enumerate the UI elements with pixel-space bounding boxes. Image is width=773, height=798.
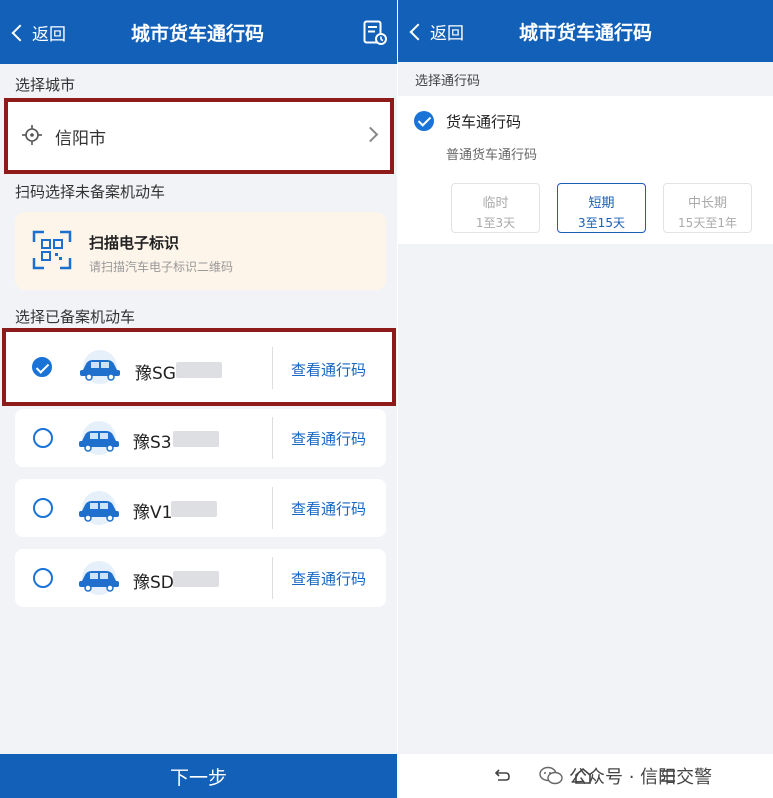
car-icon [80,350,120,384]
page-title: 城市货车通行码 [519,21,653,44]
scan-subtitle: 请扫描汽车电子标识二维码 [89,260,234,274]
radio-unchecked-icon[interactable] [33,498,53,518]
plate-blur [173,431,219,447]
next-step-button[interactable]: 下一步 [0,754,397,798]
divider [272,417,273,459]
back-button[interactable]: 返回 [11,0,66,64]
back-button[interactable]: 返回 [409,0,464,62]
back-label: 返回 [430,23,464,44]
back-label: 返回 [32,24,66,45]
top-bar: 返回 城市货车通行码 [398,0,773,62]
radio-checked-icon[interactable] [32,357,52,377]
city-name: 信阳市 [55,129,106,149]
scan-title: 扫描电子标识 [89,234,180,252]
vehicle-item[interactable]: 豫SD 查看通行码 [15,549,386,607]
duration-name: 中长期 [687,196,727,211]
vehicle-item[interactable]: 豫SG 查看通行码 [2,328,396,406]
plate-blur [176,362,222,378]
radio-unchecked-icon[interactable] [33,568,53,588]
city-selector[interactable]: 信阳市 [4,98,394,174]
car-icon [79,421,119,455]
system-nav-bar: 公众号 · 信阳交警 [398,754,773,798]
pass-type-screen: 返回 城市货车通行码 选择通行码 货车通行码 普通货车通行码 临时 1至3天 短… [398,0,773,798]
wechat-icon [539,766,563,785]
duration-option-long-term[interactable]: 中长期 15天至1年 [663,183,752,233]
page-title: 城市货车通行码 [131,22,265,45]
pass-title: 货车通行码 [446,113,522,131]
pass-card: 货车通行码 普通货车通行码 临时 1至3天 短期 3至15天 中长期 15天至1… [398,96,773,244]
divider [272,347,273,389]
chevron-right-icon [362,126,379,143]
plate-number: 豫SD [133,573,174,593]
document-settings-icon[interactable] [363,20,387,46]
divider [272,557,273,599]
car-icon [79,561,119,595]
plate-number: 豫SG [135,364,176,384]
divider [272,487,273,529]
duration-name: 临时 [482,196,509,211]
vehicle-item[interactable]: 豫V1 查看通行码 [15,479,386,537]
city-pass-vehicle-screen: 返回 城市货车通行码 选择城市 信阳市 扫码选择未备案机动车 扫描电子标识 请扫… [0,0,397,798]
nav-back-icon[interactable] [494,768,510,782]
duration-range: 1至3天 [475,216,516,230]
radio-checked-icon[interactable] [414,111,434,131]
vehicle-item[interactable]: 豫S3 查看通行码 [15,409,386,467]
radio-unchecked-icon[interactable] [33,428,53,448]
watermark: 公众号 · 信阳交警 [539,763,712,789]
chevron-left-icon [409,23,427,40]
chevron-left-icon [11,24,29,41]
pass-subtitle: 普通货车通行码 [446,148,538,163]
duration-range: 15天至1年 [678,216,737,230]
plate-number: 豫S3 [133,433,172,453]
locate-icon [22,125,42,145]
view-pass-link[interactable]: 查看通行码 [291,428,366,449]
view-pass-link[interactable]: 查看通行码 [291,359,366,380]
car-icon [79,491,119,525]
plate-blur [173,571,219,587]
plate-blur [171,501,217,517]
vehicle-section-label: 选择已备案机动车 [15,308,136,326]
duration-option-short-term[interactable]: 短期 3至15天 [557,183,646,233]
duration-name: 短期 [588,196,615,211]
plate-number: 豫V1 [133,503,173,523]
pass-section-label: 选择通行码 [415,74,481,89]
top-bar: 返回 城市货车通行码 [0,0,397,64]
scan-e-tag-card[interactable]: 扫描电子标识 请扫描汽车电子标识二维码 [15,212,386,290]
watermark-text: 公众号 · 信阳交警 [569,767,713,788]
city-section-label: 选择城市 [15,76,76,94]
scan-section-label: 扫码选择未备案机动车 [15,183,166,201]
view-pass-link[interactable]: 查看通行码 [291,568,366,589]
view-pass-link[interactable]: 查看通行码 [291,498,366,519]
duration-option-temporary[interactable]: 临时 1至3天 [451,183,540,233]
duration-range: 3至15天 [578,216,625,230]
qr-scan-icon [32,230,72,270]
